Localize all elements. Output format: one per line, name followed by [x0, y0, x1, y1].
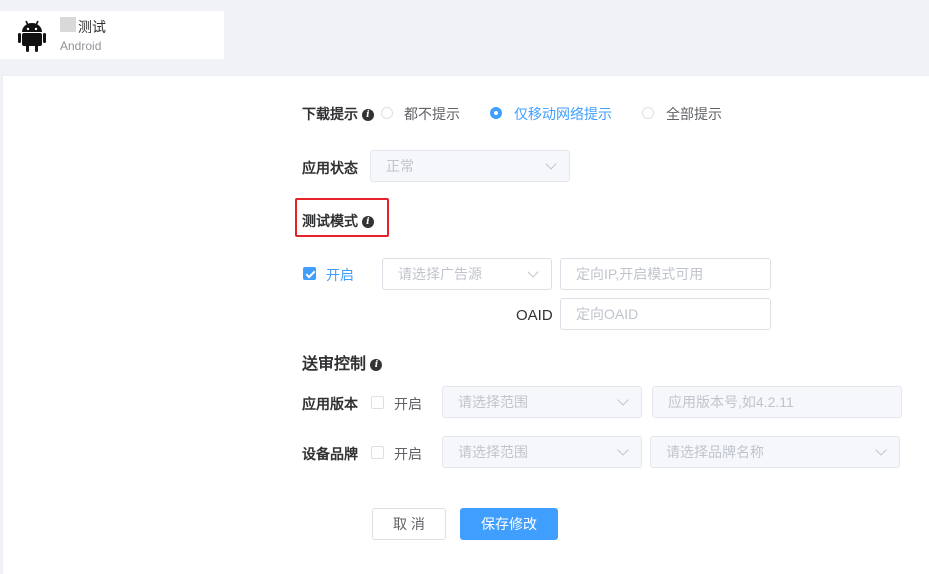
device-brand-label: 设备品牌	[302, 446, 358, 462]
android-icon	[18, 20, 46, 52]
chevron-down-icon	[527, 266, 539, 278]
info-icon[interactable]: i	[361, 109, 374, 122]
save-button[interactable]: 保存修改	[460, 508, 558, 540]
download-tip-label: 下载提示 i	[302, 104, 374, 124]
radio-all[interactable]	[642, 107, 654, 119]
app-version-checkbox[interactable]	[371, 396, 384, 409]
device-brand-select[interactable]: 请选择品牌名称	[650, 436, 900, 468]
test-mode-enabled-label[interactable]: 开启	[326, 265, 354, 285]
radio-all-label[interactable]: 全部提示	[666, 104, 722, 124]
device-brand-enabled-label[interactable]: 开启	[394, 444, 422, 464]
device-brand-placeholder: 请选择品牌名称	[666, 444, 764, 460]
ad-source-placeholder: 请选择广告源	[398, 266, 482, 282]
app-version-range-select[interactable]: 请选择范围	[442, 386, 642, 418]
info-icon[interactable]: i	[370, 358, 383, 371]
target-ip-input[interactable]: 定向IP,开启模式可用	[560, 258, 771, 290]
review-control-title: 送审控制 i	[302, 350, 383, 374]
app-version-placeholder: 应用版本号,如4.2.11	[668, 394, 794, 410]
review-control-title-text: 送审控制	[302, 356, 367, 373]
chevron-down-icon	[545, 158, 557, 170]
device-brand-range-select[interactable]: 请选择范围	[442, 436, 642, 468]
app-status-label: 应用状态	[302, 160, 358, 176]
oaid-input[interactable]: 定向OAID	[560, 298, 771, 330]
app-status-value: 正常	[386, 158, 414, 174]
ad-source-select[interactable]: 请选择广告源	[382, 258, 552, 290]
chevron-down-icon	[617, 394, 629, 406]
radio-none-label[interactable]: 都不提示	[404, 104, 460, 124]
download-tip-label-text: 下载提示	[302, 106, 358, 122]
app-version-input[interactable]: 应用版本号,如4.2.11	[652, 386, 902, 418]
radio-mobile-only-label[interactable]: 仅移动网络提示	[514, 104, 612, 124]
cancel-button[interactable]: 取 消	[372, 508, 446, 540]
radio-none[interactable]	[381, 107, 393, 119]
test-mode-checkbox[interactable]	[303, 267, 316, 280]
info-icon[interactable]: i	[361, 216, 374, 229]
app-version-range-placeholder: 请选择范围	[458, 394, 528, 410]
app-status-select[interactable]: 正常	[370, 150, 570, 182]
chevron-down-icon	[875, 444, 887, 456]
app-platform: Android	[60, 39, 102, 53]
app-version-enabled-label[interactable]: 开启	[394, 394, 422, 414]
app-name-redaction	[60, 17, 76, 32]
device-brand-range-placeholder: 请选择范围	[458, 444, 528, 460]
oaid-label: OAID	[516, 307, 553, 324]
device-brand-checkbox[interactable]	[371, 446, 384, 459]
radio-mobile-only[interactable]	[490, 107, 502, 119]
oaid-placeholder: 定向OAID	[576, 306, 639, 322]
target-ip-placeholder: 定向IP,开启模式可用	[576, 266, 704, 282]
app-version-label: 应用版本	[302, 396, 358, 412]
test-mode-label: 测试模式 i	[302, 211, 374, 231]
test-mode-label-text: 测试模式	[302, 213, 358, 229]
app-name: 测试	[78, 19, 106, 35]
chevron-down-icon	[617, 444, 629, 456]
